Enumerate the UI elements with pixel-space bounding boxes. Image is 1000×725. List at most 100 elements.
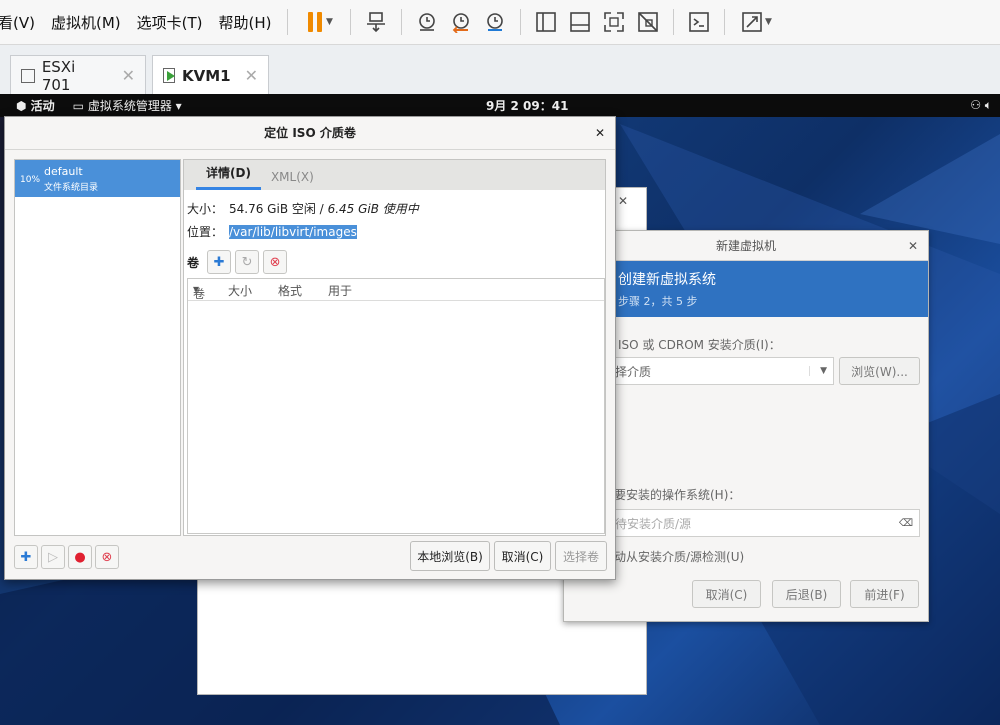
cancel-button[interactable]: 取消(C)	[692, 580, 761, 608]
close-icon[interactable]: ✕	[908, 231, 918, 261]
activities-label: 活动	[30, 99, 55, 113]
window-title: 新建虚拟机	[715, 239, 776, 253]
gnome-top-bar: ⬢ 活动 ▭ 虚拟系统管理器 ▾ 9月 2 09：41 ⚇ 🔈︎	[0, 94, 1000, 117]
expand-icon	[742, 12, 762, 32]
menu-tabs[interactable]: 选项卡(T)	[129, 12, 211, 33]
column-header-format[interactable]: 格式	[278, 282, 302, 299]
vm-tab-strip: ESXi 701 ✕ KVM1 ✕	[0, 44, 1000, 95]
choose-volume-button[interactable]: 选择卷	[555, 541, 607, 571]
close-icon[interactable]: ✕	[122, 66, 135, 85]
toolbar-separator	[673, 9, 675, 35]
revert-snapshot-icon	[453, 13, 470, 33]
fullscreen-button[interactable]	[597, 7, 631, 37]
fullscreen-icon	[604, 12, 625, 32]
location-value[interactable]: /var/lib/libvirt/images	[229, 225, 357, 239]
play-icon: ▷	[48, 549, 58, 565]
stop-pool-button[interactable]: ●	[68, 545, 92, 569]
toolbar-separator	[520, 9, 522, 35]
column-header-volume[interactable]: 卷 ▾	[193, 282, 205, 301]
show-library-button[interactable]	[529, 7, 563, 37]
back-button[interactable]: 后退(B)	[772, 580, 841, 608]
delete-pool-button[interactable]: ⊗	[95, 545, 119, 569]
location-label: 位置：	[187, 225, 224, 239]
tab-esxi701[interactable]: ESXi 701 ✕	[10, 55, 146, 95]
column-header-used-by[interactable]: 用于	[328, 282, 352, 299]
storage-pool-list: 10% default 文件系统目录	[14, 159, 181, 536]
close-icon[interactable]: ✕	[245, 66, 258, 85]
add-volume-button[interactable]: ✚	[207, 250, 232, 274]
delete-icon: ⊗	[101, 549, 113, 565]
revert-snapshot-button[interactable]	[444, 7, 478, 37]
chevron-down-icon: ▼	[809, 366, 827, 376]
locate-iso-dialog: 定位 ISO 介质卷 ✕ 10% default 文件系统目录 详情(D) XML…	[4, 116, 616, 580]
location-row: 位置： /var/lib/libvirt/images	[187, 223, 357, 240]
iso-label: ISO 或 CDROM 安装介质(I)：	[618, 338, 781, 352]
toolbar-separator	[401, 9, 403, 35]
iso-select[interactable]: 择介质 ▼	[608, 357, 834, 385]
chevron-down-icon[interactable]: ▼	[765, 17, 772, 27]
unity-button[interactable]	[631, 7, 665, 37]
vmware-menubar: 看(V) 虚拟机(M) 选项卡(T) 帮助(H) ▼ ▼	[0, 0, 1000, 44]
console-button[interactable]	[682, 7, 716, 37]
delete-volume-button[interactable]: ⊗	[263, 250, 288, 274]
os-search-input[interactable]: 待安装介质/源 ⌫	[608, 509, 920, 537]
volume-table[interactable]: 卷 ▾ 大小 格式 用于	[187, 278, 605, 534]
close-icon[interactable]: ✕	[595, 117, 605, 150]
chevron-down-icon[interactable]: ▼	[326, 17, 333, 27]
wizard-step: 步骤 2，共 5 步	[618, 295, 698, 308]
send-ctrl-alt-del-button[interactable]	[359, 7, 393, 37]
size-row: 大小： 54.76 GiB 空闲 / 6.45 GiB 使用中	[187, 200, 419, 217]
clock[interactable]: 9月 2 09：41	[486, 97, 568, 114]
snapshot-manager-button[interactable]	[478, 7, 512, 37]
forward-button[interactable]: 前进(F)	[850, 580, 919, 608]
menu-view[interactable]: 看(V)	[0, 12, 43, 33]
column-header-size[interactable]: 大小	[228, 282, 252, 299]
menu-vm[interactable]: 虚拟机(M)	[43, 12, 129, 33]
browse-button[interactable]: 浏览(W)...	[839, 357, 920, 385]
tab-details[interactable]: 详情(D)	[196, 164, 261, 190]
pool-usage: 10%	[20, 175, 41, 185]
cancel-button[interactable]: 取消(C)	[494, 541, 551, 571]
menu-help[interactable]: 帮助(H)	[211, 12, 280, 33]
wizard-banner: 创建新虚拟系统 步骤 2，共 5 步	[564, 261, 928, 317]
stretch-button[interactable]: ▼	[733, 7, 779, 37]
clear-icon[interactable]: ⌫	[899, 518, 913, 529]
auto-detect-checkbox-label[interactable]: 动从安装介质/源检测(U)	[614, 548, 744, 565]
size-used: 6.45 GiB 使用中	[327, 202, 419, 216]
pool-item-default[interactable]: 10% default 文件系统目录	[15, 160, 180, 197]
pause-button[interactable]: ▼	[296, 7, 342, 37]
toolbar-separator	[287, 9, 289, 35]
pool-type: 文件系统目录	[44, 183, 99, 193]
start-pool-button[interactable]: ▷	[41, 545, 65, 569]
refresh-button[interactable]: ↻	[235, 250, 260, 274]
toolbar-separator	[724, 9, 726, 35]
volumes-label: 卷	[187, 255, 200, 270]
guest-display[interactable]: ⬢ 活动 ▭ 虚拟系统管理器 ▾ 9月 2 09：41 ⚇ 🔈︎ ✕ 新建虚拟机…	[0, 94, 1000, 725]
iso-select-value: 择介质	[615, 364, 652, 379]
pool-toolbar: ✚ ▷ ● ⊗	[14, 545, 119, 569]
app-menu[interactable]: ▭ 虚拟系统管理器 ▾	[73, 97, 182, 114]
app-menu-label: 虚拟系统管理器	[87, 99, 172, 113]
tab-kvm1[interactable]: KVM1 ✕	[152, 55, 269, 95]
volume-table-header: 卷 ▾ 大小 格式 用于	[188, 279, 604, 301]
activities-button[interactable]: ⬢ 活动	[16, 97, 55, 114]
close-icon[interactable]: ✕	[618, 194, 628, 208]
snapshot-icon	[419, 13, 436, 31]
plus-icon: ✚	[213, 254, 225, 270]
snapshot-button[interactable]	[410, 7, 444, 37]
browse-local-button[interactable]: 本地浏览(B)	[410, 541, 490, 571]
bottom-panel-icon	[570, 12, 591, 32]
add-pool-button[interactable]: ✚	[14, 545, 38, 569]
unity-icon	[638, 12, 659, 32]
new-vm-window: 新建虚拟机 ✕ 创建新虚拟系统 步骤 2，共 5 步 ISO 或 CDROM 安装…	[563, 230, 929, 622]
system-menu[interactable]: ⚇ 🔈︎	[970, 98, 992, 113]
thumbnail-bar-button[interactable]	[563, 7, 597, 37]
network-icon	[367, 12, 386, 33]
size-free: 54.76 GiB 空闲 /	[229, 202, 324, 216]
toolbar-separator	[350, 9, 352, 35]
vm-running-icon	[163, 68, 175, 83]
tab-xml[interactable]: XML(X)	[261, 170, 324, 190]
vm-icon	[21, 68, 35, 83]
pool-detail-panel: 详情(D) XML(X) 大小： 54.76 GiB 空闲 / 6.45 GiB …	[183, 159, 606, 536]
delete-icon: ⊗	[269, 254, 281, 270]
